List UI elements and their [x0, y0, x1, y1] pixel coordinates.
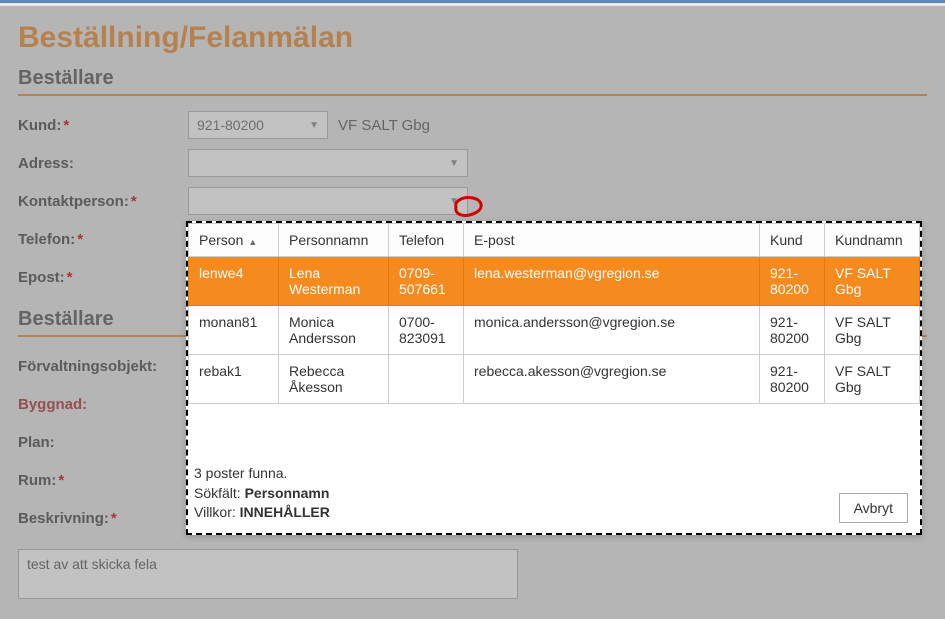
table-row[interactable]: rebak1 Rebecca Åkesson rebecca.akesson@v… [189, 355, 920, 404]
cell-kund: 921-80200 [760, 257, 825, 306]
kund-dropdown[interactable]: 921-80200 ▼ [188, 111, 328, 139]
col-header-kund[interactable]: Kund [760, 224, 825, 257]
kund-label: Kund: [18, 117, 188, 134]
col-header-telefon[interactable]: Telefon [389, 224, 464, 257]
kund-name-text: VF SALT Gbg [338, 117, 430, 134]
cell-kund: 921-80200 [760, 306, 825, 355]
cell-epost: lena.westerman@vgregion.se [464, 257, 760, 306]
cell-person: monan81 [189, 306, 279, 355]
kund-value: 921-80200 [197, 117, 264, 133]
cell-person: rebak1 [189, 355, 279, 404]
chevron-down-icon: ▼ [449, 158, 459, 169]
popup-info-text: 3 poster funna. Sökfält: Personnamn Vill… [194, 464, 330, 523]
cancel-button[interactable]: Avbryt [839, 493, 908, 523]
chevron-down-icon: ▼ [449, 196, 459, 207]
kontakt-lookup-popup: Person Personnamn Telefon E-post Kund Ku… [186, 221, 922, 535]
villkor-value: INNEHÅLLER [240, 504, 330, 520]
beskriv-label: Beskrivning: [18, 510, 188, 527]
rum-label: Rum: [18, 472, 188, 489]
cell-namn: Lena Westerman [279, 257, 389, 306]
kontakt-label: Kontaktperson: [18, 193, 188, 210]
sokfalt-value: Personnamn [245, 485, 330, 501]
telefon-label: Telefon: [18, 231, 188, 248]
col-header-person[interactable]: Person [189, 224, 279, 257]
result-count-text: 3 poster funna. [194, 464, 330, 484]
epost-label: Epost: [18, 269, 188, 286]
cell-kundnamn: VF SALT Gbg [825, 355, 920, 404]
col-header-epost[interactable]: E-post [464, 224, 760, 257]
plan-label: Plan: [18, 434, 188, 451]
cell-namn: Rebecca Åkesson [279, 355, 389, 404]
table-row[interactable]: monan81 Monica Andersson 0700-823091 mon… [189, 306, 920, 355]
cell-kundnamn: VF SALT Gbg [825, 306, 920, 355]
cell-tel [389, 355, 464, 404]
byggnad-label: Byggnad: [18, 396, 188, 413]
cell-person: lenwe4 [189, 257, 279, 306]
villkor-label: Villkor: [194, 504, 240, 520]
cell-tel: 0700-823091 [389, 306, 464, 355]
sokfalt-label: Sökfält: [194, 485, 245, 501]
cell-epost: rebecca.akesson@vgregion.se [464, 355, 760, 404]
cell-namn: Monica Andersson [279, 306, 389, 355]
chevron-down-icon: ▼ [309, 120, 319, 131]
cell-epost: monica.andersson@vgregion.se [464, 306, 760, 355]
forvalt-label: Förvaltningsobjekt: [18, 358, 188, 375]
adress-label: Adress: [18, 155, 188, 172]
adress-dropdown[interactable]: ▼ [188, 149, 468, 177]
cell-kund: 921-80200 [760, 355, 825, 404]
col-header-kundnamn[interactable]: Kundnamn [825, 224, 920, 257]
popup-footer: 3 poster funna. Sökfält: Personnamn Vill… [188, 404, 920, 533]
table-row[interactable]: lenwe4 Lena Westerman 0709-507661 lena.w… [189, 257, 920, 306]
col-header-personnamn[interactable]: Personnamn [279, 224, 389, 257]
cell-tel: 0709-507661 [389, 257, 464, 306]
cell-kundnamn: VF SALT Gbg [825, 257, 920, 306]
beskrivning-textarea[interactable]: test av att skicka fela [18, 549, 518, 599]
lookup-table: Person Personnamn Telefon E-post Kund Ku… [188, 223, 920, 404]
page-title: Beställning/Felanmälan [18, 21, 945, 55]
section-title-1: Beställare [18, 67, 927, 96]
kontakt-dropdown[interactable]: ▼ [188, 187, 468, 215]
